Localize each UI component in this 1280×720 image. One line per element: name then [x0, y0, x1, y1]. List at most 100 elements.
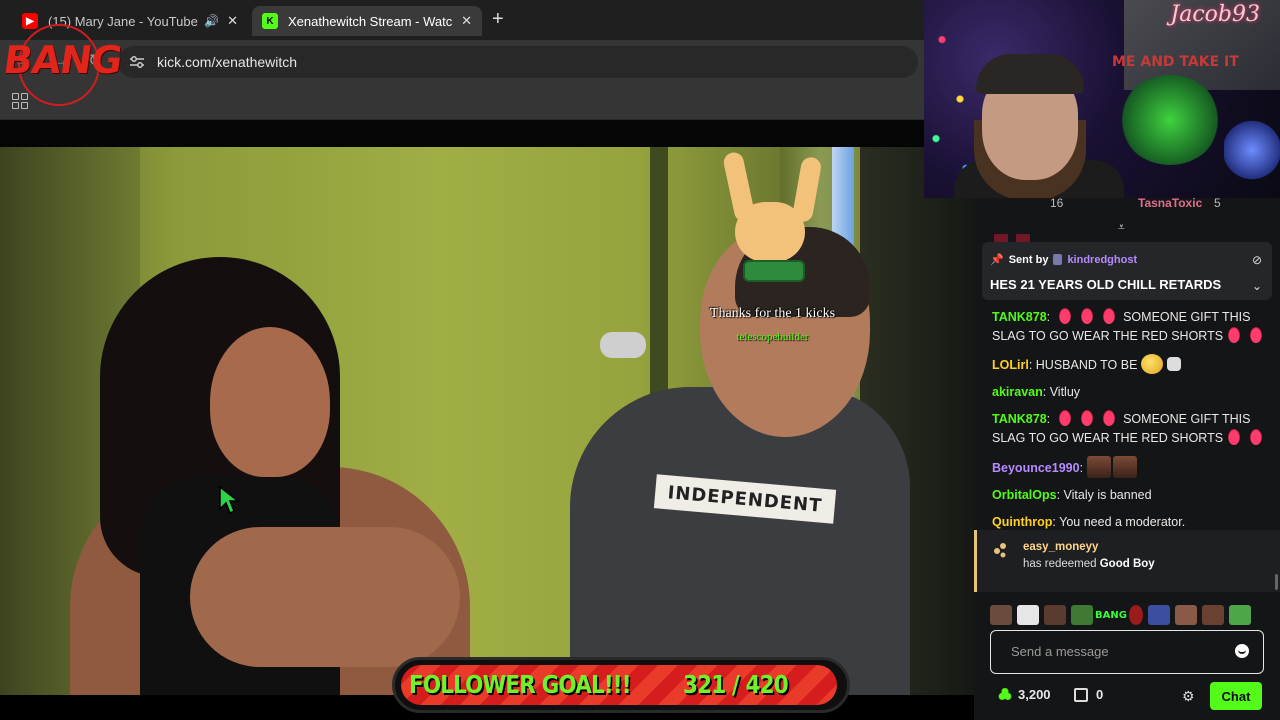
- rock-hand-icon: [721, 150, 825, 282]
- emote-icon[interactable]: [1017, 605, 1039, 625]
- dog-emote-icon: [1140, 354, 1163, 374]
- screen: ▶ (15) Mary Jane - YouTube 🔊 ✕ K Xenathe…: [0, 0, 1280, 720]
- gift-icon: [1074, 687, 1088, 702]
- points-icon: [998, 687, 1012, 702]
- redeem-line: has redeemed Good Boy: [1023, 558, 1155, 570]
- partial-count: 5: [1214, 198, 1221, 210]
- address-bar[interactable]: kick.com/xenathewitch: [118, 46, 918, 78]
- chat-input-placeholder: Send a message: [1011, 644, 1109, 659]
- chat-username[interactable]: OrbitalOps: [992, 488, 1057, 502]
- chat-username[interactable]: Beyounce1990: [992, 461, 1080, 475]
- pinned-text: HES 21 YEARS OLD CHILL RETARDS: [990, 277, 1222, 292]
- chat-text: HUSBAND TO BE: [1035, 358, 1138, 372]
- partial-user: TasnaToxic: [1138, 198, 1203, 210]
- chat-message: akiravan: Vitluy: [992, 385, 1081, 399]
- quick-emote-bar: BANG: [990, 603, 1272, 627]
- streamer-cap: [976, 54, 1084, 94]
- gear-icon[interactable]: ⚙: [1182, 688, 1195, 705]
- chat-scrollbar[interactable]: [1275, 574, 1278, 590]
- url-text: kick.com/xenathewitch: [157, 54, 298, 70]
- channel-points[interactable]: 3,200: [998, 687, 1051, 702]
- chat-username[interactable]: Quinthrop: [992, 515, 1052, 529]
- person-left-face: [210, 327, 330, 477]
- gift-count[interactable]: 0: [1074, 687, 1103, 702]
- kicks-alert: Thanks for the 1 kicks telescopebuilder: [690, 304, 855, 343]
- collapse-icon[interactable]: ⩡: [1118, 220, 1125, 235]
- chat-text: Vitaly is banned: [1063, 488, 1152, 502]
- face-emote-icon: [1086, 456, 1111, 478]
- pinned-message[interactable]: 📌 Sent by kindredghost HES 21 YEARS OLD …: [982, 242, 1272, 300]
- pinned-sender[interactable]: kindredghost: [1067, 254, 1137, 266]
- hands-emote-icon: [1166, 357, 1181, 371]
- chat-footer: 3,200 0 ⚙ Chat: [974, 682, 1280, 720]
- pinned-header: 📌 Sent by kindredghost: [990, 253, 1137, 267]
- site-info-icon[interactable]: [128, 53, 146, 71]
- sent-by-label: Sent by: [1008, 253, 1049, 266]
- emote-icon[interactable]: [1202, 605, 1224, 625]
- video-door-handle: [600, 332, 646, 358]
- person-left-knees: [190, 527, 460, 667]
- close-tab-icon[interactable]: ✕: [227, 13, 238, 29]
- browser-toolbar: ← → ↻ kick.com/xenathewitch: [0, 40, 924, 84]
- hide-icon[interactable]: ⊘: [1252, 253, 1262, 267]
- chat-username[interactable]: TANK878: [992, 412, 1047, 426]
- new-tab-button[interactable]: +: [492, 8, 504, 31]
- emote-icon[interactable]: [1175, 605, 1197, 625]
- chat-message: TANK878: SOMEONE GIFT THIS SLAG TO GO WE…: [992, 308, 1272, 346]
- emote-icon[interactable]: [1148, 605, 1170, 625]
- bookmarks-bar: [0, 84, 924, 120]
- kick-icon: K: [262, 13, 278, 29]
- chat-input[interactable]: Send a message: [990, 630, 1264, 674]
- emote-icon[interactable]: [1229, 605, 1251, 625]
- bang-overlay-logo: BANG: [1, 24, 124, 108]
- chat-username[interactable]: TANK878: [992, 310, 1047, 324]
- chat-username[interactable]: akiravan: [992, 385, 1043, 399]
- follower-goal-label: FOLLOWER GOAL!!!: [409, 670, 632, 699]
- gift-value: 0: [1096, 687, 1104, 702]
- chat-message: OrbitalOps: Vitaly is banned: [992, 488, 1152, 502]
- webcam-overlay: ME AND TAKE IT Jacob93: [924, 0, 1280, 198]
- emote-icon[interactable]: [1044, 605, 1066, 625]
- follower-goal-count: 321 / 420: [683, 670, 789, 699]
- pin-icon: 📌: [990, 254, 1004, 266]
- partial-count: 16: [1050, 198, 1064, 210]
- points-icon: [994, 543, 1006, 558]
- follower-goal: FOLLOWER GOAL!!! 321 / 420: [392, 657, 850, 713]
- emote-icon[interactable]: [990, 605, 1012, 625]
- tab-title: Xenathewitch Stream - Watch Li: [288, 13, 453, 29]
- logo-text: BANG: [0, 38, 125, 82]
- chat-message: LOLirl: HUSBAND TO BE: [992, 354, 1272, 375]
- chat-partial-row: 16 TasnaToxic 5: [974, 198, 1280, 212]
- points-value: 3,200: [1018, 687, 1051, 702]
- speaker-icon[interactable]: 🔊: [204, 14, 219, 28]
- chevron-down-icon[interactable]: ⌄: [1252, 279, 1262, 293]
- chat-message: Beyounce1990:: [992, 456, 1272, 478]
- redeem-user[interactable]: easy_moneyy: [1023, 541, 1098, 553]
- browser-tab-bar: ▶ (15) Mary Jane - YouTube 🔊 ✕ K Xenathe…: [0, 0, 924, 40]
- alert-user: telescopebuilder: [736, 331, 809, 343]
- chat-send-button[interactable]: Chat: [1210, 682, 1262, 710]
- redeem-reward: Good Boy: [1099, 558, 1155, 570]
- emote-icon[interactable]: [1071, 605, 1093, 625]
- tab-kick[interactable]: K Xenathewitch Stream - Watch Li ✕: [252, 6, 482, 36]
- close-tab-icon[interactable]: ✕: [461, 13, 472, 29]
- person-right-shirt: [570, 387, 910, 695]
- chat-text: Vitluy: [1049, 385, 1081, 399]
- chat-text: You need a moderator.: [1059, 515, 1186, 529]
- emoji-picker-icon[interactable]: [1235, 644, 1249, 658]
- badge-icon: [1053, 254, 1063, 265]
- flag-text: ME AND TAKE IT: [1112, 54, 1239, 70]
- video-top-bar: [0, 120, 924, 148]
- stream-video[interactable]: INDEPENDENT Thanks for the 1 kicks teles…: [0, 147, 974, 695]
- redeem-prefix: has redeemed: [1023, 558, 1097, 570]
- emote-icon[interactable]: [1129, 605, 1143, 625]
- neon-decor: [1120, 75, 1220, 165]
- chat-username[interactable]: LOLirl: [992, 358, 1029, 372]
- chat-message: TANK878: SOMEONE GIFT THIS SLAG TO GO WE…: [992, 410, 1272, 448]
- redeem-event: easy_moneyy has redeemed Good Boy: [974, 530, 1280, 592]
- alert-message: Thanks for the 1 kicks: [709, 306, 836, 321]
- chat-panel: 16 TasnaToxic 5 ⩡ 📌 Sent by kindredghost…: [974, 198, 1280, 720]
- bang-emote-icon[interactable]: BANG: [1095, 605, 1127, 625]
- face-emote-icon: [1112, 456, 1137, 478]
- chat-messages: TANK878: SOMEONE GIFT THIS SLAG TO GO WE…: [992, 308, 1272, 540]
